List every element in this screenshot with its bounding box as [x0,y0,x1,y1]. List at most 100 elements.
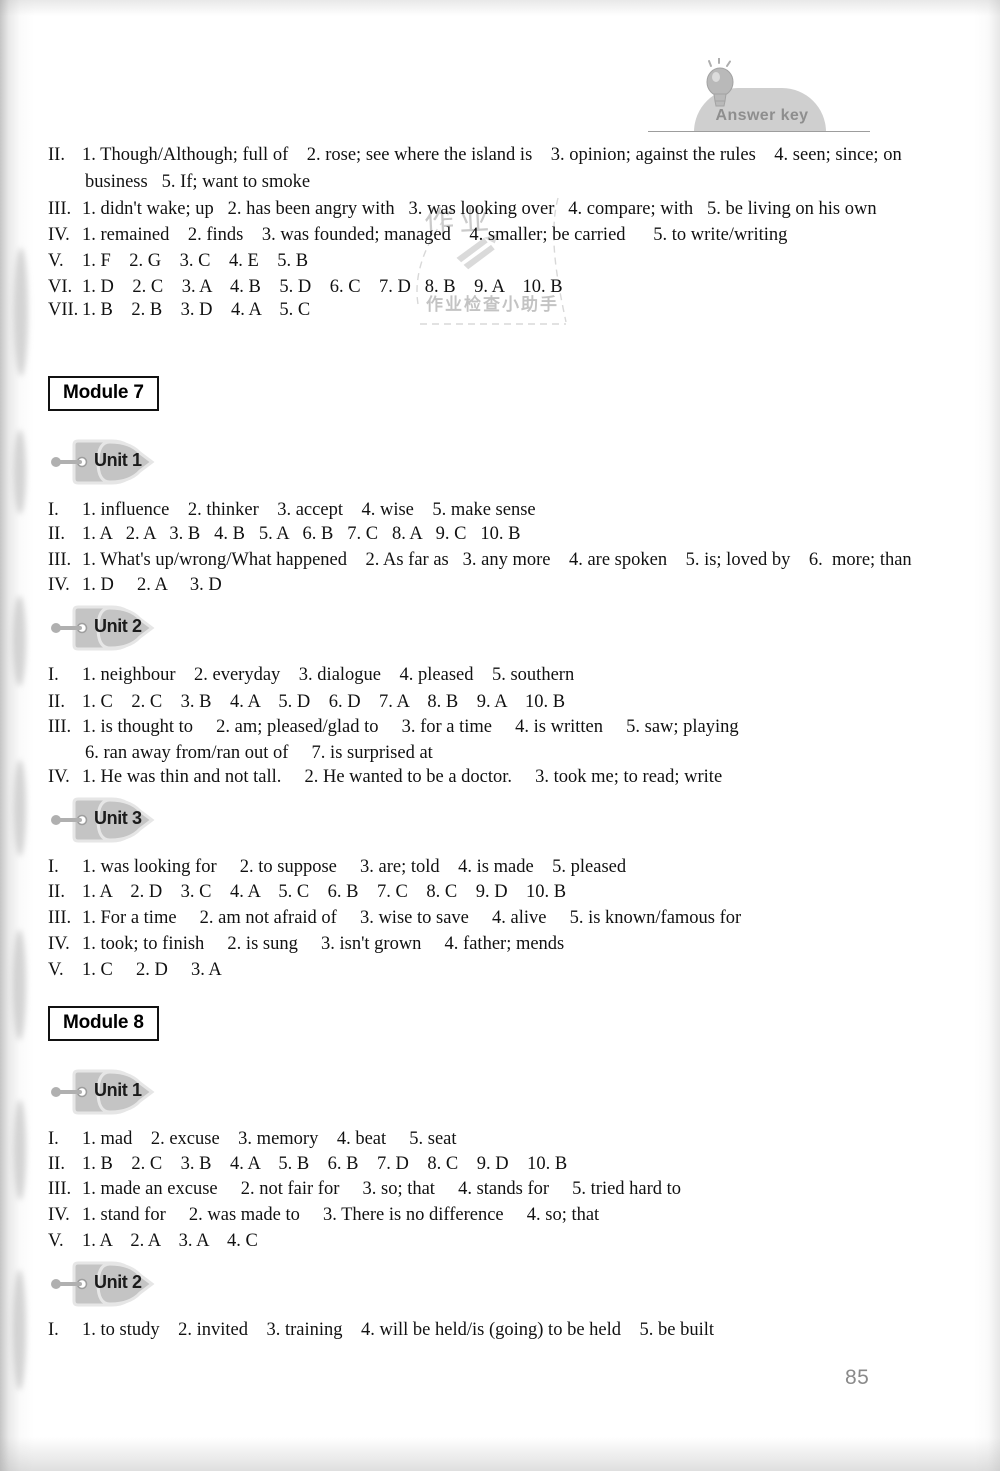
unit-tag: Unit 2 [48,603,168,651]
unit-tag: Unit 1 [48,437,168,485]
answer-line-numeral: I. [48,1320,59,1340]
unit-tag-label: Unit 3 [94,808,142,828]
scan-blotch [13,1270,26,1390]
unit-tag: Unit 2 [48,1259,168,1307]
scan-blotch [13,930,26,1040]
answer-line-text: 1. remained 2. finds 3. was founded; man… [82,225,788,245]
answer-line: IV. 1. stand for 2. was made to 3. There … [48,1203,599,1227]
answer-line-numeral: III. [48,908,72,928]
answer-line-text: business 5. If; want to smoke [85,172,311,192]
unit-tag-label: Unit 1 [94,1080,142,1100]
answer-line-numeral: IV. [48,1205,70,1225]
answer-line: V. 1. F 2. G 3. C 4. E 5. B [48,249,308,273]
answer-line-numeral: III. [48,199,72,219]
answer-line-text: 1. is thought to 2. am; pleased/glad to … [82,717,739,737]
answer-line-numeral: V. [48,1231,64,1251]
answer-line-text: 1. B 2. C 3. B 4. A 5. B 6. B 7. D 8. C … [82,1154,568,1174]
answer-line-numeral: IV. [48,225,70,245]
answer-line-text: 1. A 2. D 3. C 4. A 5. C 6. B 7. C 8. C … [82,882,567,902]
answer-line-numeral: I. [48,857,59,877]
answer-line-numeral: II. [48,1154,65,1174]
answer-line: business 5. If; want to smoke [85,170,310,194]
answer-line-text: 1. D 2. C 3. A 4. B 5. D 6. C 7. D 8. B … [82,277,563,297]
answer-line: III. 1. didn't wake; up 2. has been angry… [48,197,877,221]
scan-edge-top [0,0,1000,16]
answer-line: I. 1. was looking for 2. to suppose 3. ar… [48,855,626,879]
answer-line: I. 1. to study 2. invited 3. training 4. … [48,1318,714,1342]
answer-line: II. 1. C 2. C 3. B 4. A 5. D 6. D 7. A 8.… [48,690,565,714]
scan-blotch [14,430,26,514]
answer-line-text: 1. was looking for 2. to suppose 3. are;… [82,857,627,877]
answer-line-numeral: IV. [48,575,70,595]
answer-line-numeral: II. [48,524,65,544]
answer-line-text: 1. influence 2. thinker 3. accept 4. wis… [82,500,536,520]
answer-line-text: 1. C 2. D 3. A [82,960,222,980]
answer-line: III. 1. For a time 2. am not afraid of 3.… [48,906,741,930]
answer-line-text: 6. ran away from/ran out of 7. is surpri… [85,743,433,763]
module-title-box: Module 7 [48,376,159,411]
answer-line-text: 1. For a time 2. am not afraid of 3. wis… [82,908,742,928]
answer-line-text: 1. A 2. A 3. B 4. B 5. A 6. B 7. C 8. A … [82,524,521,544]
answer-line: III. 1. is thought to 2. am; pleased/glad… [48,715,739,739]
unit-tag-label: Unit 2 [94,1272,142,1292]
answer-line: IV. 1. He was thin and not tall. 2. He wa… [48,765,722,789]
answer-line-numeral: IV. [48,934,70,954]
scan-edge-left [0,0,34,1471]
unit-tag: Unit 3 [48,795,168,843]
scan-edge-bottom [0,1437,1000,1471]
answer-line-numeral: IV. [48,767,70,787]
answer-line-numeral: VII. [48,300,79,320]
answer-line-numeral: III. [48,1179,72,1199]
answer-line: V. 1. C 2. D 3. A [48,958,222,982]
answer-line: II. 1. Though/Although; full of 2. rose; … [48,143,902,167]
answer-line-text: 1. D 2. A 3. D [82,575,222,595]
answer-line: 6. ran away from/ran out of 7. is surpri… [85,741,433,765]
answer-line-text: 1. didn't wake; up 2. has been angry wit… [82,199,877,219]
answer-line-numeral: II. [48,145,65,165]
answer-line-numeral: VI. [48,277,73,297]
answer-line-text: 1. neighbour 2. everyday 3. dialogue 4. … [82,665,575,685]
answer-line-numeral: I. [48,665,59,685]
answer-line: I. 1. neighbour 2. everyday 3. dialogue 4… [48,663,574,687]
scan-blotch [14,248,28,376]
answer-line-numeral: III. [48,550,72,570]
answer-line: IV. 1. D 2. A 3. D [48,573,222,597]
answer-line: III. 1. made an excuse 2. not fair for 3.… [48,1177,681,1201]
answer-line: V. 1. A 2. A 3. A 4. C [48,1229,258,1253]
answer-line-text: 1. to study 2. invited 3. training 4. wi… [82,1320,715,1340]
answer-line-numeral: I. [48,1129,59,1149]
answer-line-text: 1. F 2. G 3. C 4. E 5. B [82,251,309,271]
module-title-box: Module 8 [48,1006,159,1041]
answer-line: VI. 1. D 2. C 3. A 4. B 5. D 6. C 7. D 8.… [48,275,563,299]
answer-line: I. 1. mad 2. excuse 3. memory 4. beat 5. … [48,1127,457,1151]
lightbulb-icon [697,57,743,110]
answer-line-text: 1. took; to finish 2. is sung 3. isn't g… [82,934,565,954]
answer-key-label: Answer key [715,107,809,124]
answer-line-numeral: III. [48,717,72,737]
answer-line-text: 1. made an excuse 2. not fair for 3. so;… [82,1179,682,1199]
scan-blotch [13,596,26,686]
header-divider [648,131,870,132]
unit-tag-label: Unit 1 [94,450,142,470]
scan-edge-right [974,0,1000,1471]
unit-tag-label: Unit 2 [94,616,142,636]
scan-blotch [14,760,26,856]
answer-line-numeral: V. [48,960,64,980]
answer-line-text: 1. C 2. C 3. B 4. A 5. D 6. D 7. A 8. B … [82,692,566,712]
page-number: 85 [845,1366,870,1389]
answer-line-text: 1. Though/Although; full of 2. rose; see… [82,145,902,165]
answer-line: IV. 1. remained 2. finds 3. was founded; … [48,223,787,247]
answer-line-numeral: II. [48,882,65,902]
answer-line-text: 1. What's up/wrong/What happened 2. As f… [82,550,912,570]
answer-line-text: 1. A 2. A 3. A 4. C [82,1231,258,1251]
answer-line-numeral: I. [48,500,59,520]
answer-line: IV. 1. took; to finish 2. is sung 3. isn'… [48,932,564,956]
answer-line-text: 1. B 2. B 3. D 4. A 5. C [82,300,311,320]
answer-line-text: 1. stand for 2. was made to 3. There is … [82,1205,600,1225]
unit-tag: Unit 1 [48,1067,168,1115]
answer-line: VII. 1. B 2. B 3. D 4. A 5. C [48,298,310,322]
answer-line-numeral: V. [48,251,64,271]
answer-line: III. 1. What's up/wrong/What happened 2. … [48,548,912,572]
answer-line-numeral: II. [48,692,65,712]
document-page: Answer key 作业 作业检查小助手 II. 1. Though/Altho… [0,0,1000,1471]
